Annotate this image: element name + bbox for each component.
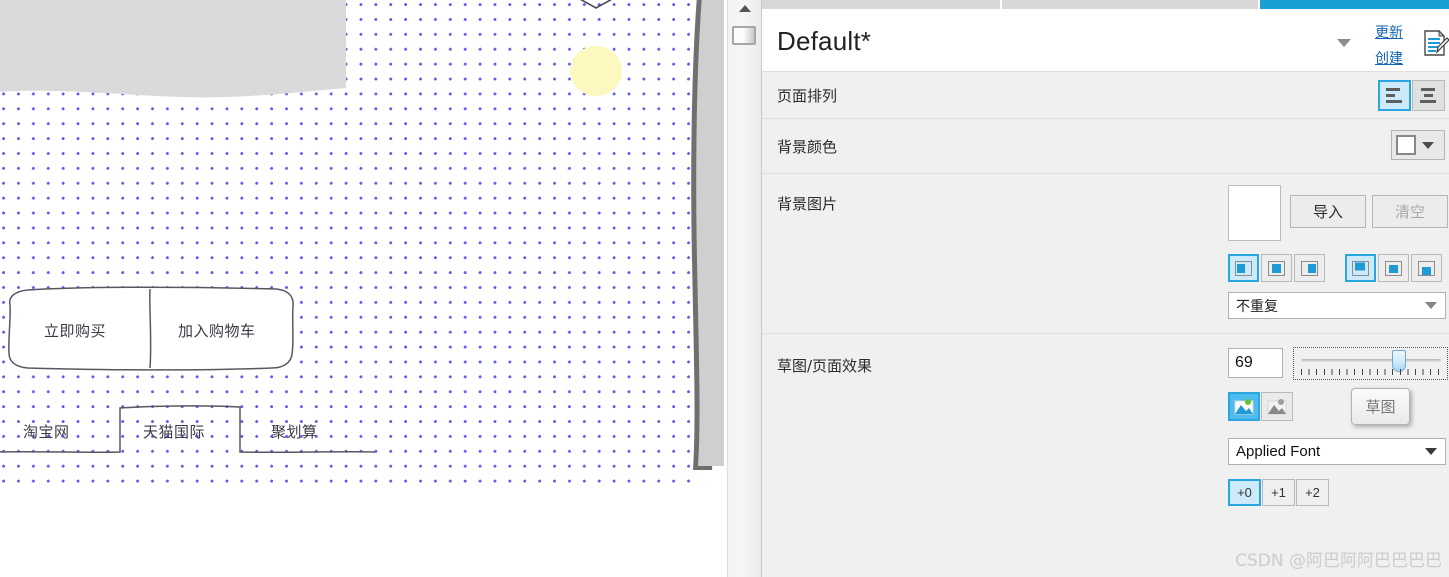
image-gray-icon	[1267, 399, 1287, 415]
align-left-button[interactable]	[1378, 80, 1411, 111]
panel-header: Default* 更新 创建	[762, 9, 1449, 72]
position-middle-icon	[1385, 260, 1402, 276]
position-right-icon	[1301, 260, 1318, 276]
image-color-icon	[1234, 399, 1254, 415]
page-title: Default*	[777, 26, 872, 56]
canvas-vertical-scrollbar[interactable]	[727, 0, 762, 577]
import-button[interactable]: 导入	[1290, 195, 1366, 228]
position-bottom-icon	[1418, 260, 1435, 276]
row-background-color: 背景颜色	[762, 119, 1449, 174]
slider-ticks	[1301, 369, 1442, 375]
canvas-tab-juhuasuan-label[interactable]: 聚划算	[271, 421, 318, 442]
design-canvas[interactable]: 立即购买 加入购物车 淘宝网 天猫国际 聚划算	[0, 0, 725, 577]
chevron-down-icon[interactable]	[1337, 39, 1351, 47]
scroll-thumb[interactable]	[732, 26, 756, 45]
watermark-text: CSDN @阿巴阿阿巴巴巴巴	[1235, 551, 1442, 571]
bg-pos-center-button[interactable]	[1261, 254, 1292, 282]
row-sketch-page-effect: 草图/页面效果 69 草图 Applied Font +0 +1 +2	[762, 334, 1449, 577]
font-size-offset-group: +0 +1 +2	[1228, 479, 1329, 506]
panel-tab-1[interactable]	[762, 0, 1002, 9]
canvas-button-buy-now-label[interactable]: 立即购买	[44, 320, 106, 341]
sketch-preview-button[interactable]: 草图	[1351, 388, 1410, 425]
image-gray-button[interactable]	[1261, 392, 1293, 421]
background-image-thumbnail[interactable]	[1228, 185, 1281, 241]
page-arrangement-options	[1378, 80, 1445, 111]
align-center-button[interactable]	[1412, 80, 1445, 111]
row-page-arrangement: 页面排列	[762, 72, 1449, 119]
chevron-down-icon	[1422, 141, 1434, 149]
bg-pos-middle-button[interactable]	[1378, 254, 1409, 282]
background-repeat-select[interactable]: 不重复	[1228, 292, 1446, 319]
sketch-value-input[interactable]: 69	[1228, 348, 1283, 378]
scroll-up-button[interactable]	[728, 0, 761, 17]
align-left-icon	[1386, 88, 1402, 103]
applied-font-value: Applied Font	[1236, 443, 1321, 460]
app-root: 立即购买 加入购物车 淘宝网 天猫国际 聚划算 Default* 更新 创建 页…	[0, 0, 1449, 577]
bg-pos-top-button[interactable]	[1345, 254, 1376, 282]
canvas-dot-grid	[0, 0, 700, 490]
properties-panel: Default* 更新 创建 页面排列 背景颜色 背景图片 导入 清空 不重复 …	[761, 0, 1449, 577]
canvas-tab-taobao-label[interactable]: 淘宝网	[23, 421, 70, 442]
sketch-sidebar-shape	[696, 0, 724, 466]
offset-plus2-button[interactable]: +2	[1296, 479, 1329, 506]
position-top-icon	[1352, 260, 1369, 276]
canvas-button-add-to-cart-label[interactable]: 加入购物车	[178, 320, 256, 341]
chevron-down-icon	[1425, 302, 1437, 309]
panel-tab-2[interactable]	[1002, 0, 1260, 9]
background-color-label: 背景颜色	[777, 138, 838, 156]
sketch-effect-label: 草图/页面效果	[777, 357, 873, 375]
bg-pos-left-button[interactable]	[1228, 254, 1259, 282]
offset-plus0-button[interactable]: +0	[1228, 479, 1261, 506]
position-left-icon	[1235, 260, 1252, 276]
create-link[interactable]: 创建	[1375, 48, 1403, 68]
background-repeat-value: 不重复	[1236, 298, 1278, 315]
chevron-down-icon	[1425, 448, 1437, 455]
image-mode-group	[1228, 392, 1293, 421]
position-center-icon	[1268, 260, 1285, 276]
sketch-slider[interactable]	[1293, 347, 1448, 380]
page-arrangement-label: 页面排列	[777, 87, 838, 105]
applied-font-select[interactable]: Applied Font	[1228, 438, 1446, 465]
background-image-label: 背景图片	[777, 195, 838, 213]
color-swatch	[1396, 135, 1416, 155]
panel-tab-3-active[interactable]	[1260, 0, 1449, 9]
background-vertical-position-group	[1345, 254, 1442, 282]
panel-tab-strip	[762, 0, 1449, 9]
bg-pos-bottom-button[interactable]	[1411, 254, 1442, 282]
offset-plus1-button[interactable]: +1	[1262, 479, 1295, 506]
clear-button[interactable]: 清空	[1372, 195, 1448, 228]
row-background-image: 背景图片 导入 清空 不重复	[762, 174, 1449, 334]
background-color-picker[interactable]	[1391, 130, 1445, 160]
triangle-up-icon	[738, 5, 751, 12]
canvas-tab-tmall-label[interactable]: 天猫国际	[143, 421, 205, 442]
slider-track	[1301, 359, 1441, 362]
document-edit-icon[interactable]	[1422, 29, 1449, 59]
image-color-button[interactable]	[1228, 392, 1260, 421]
bg-pos-right-button[interactable]	[1294, 254, 1325, 282]
align-center-icon	[1420, 88, 1436, 103]
update-link[interactable]: 更新	[1375, 22, 1403, 42]
background-horizontal-position-group	[1228, 254, 1325, 282]
